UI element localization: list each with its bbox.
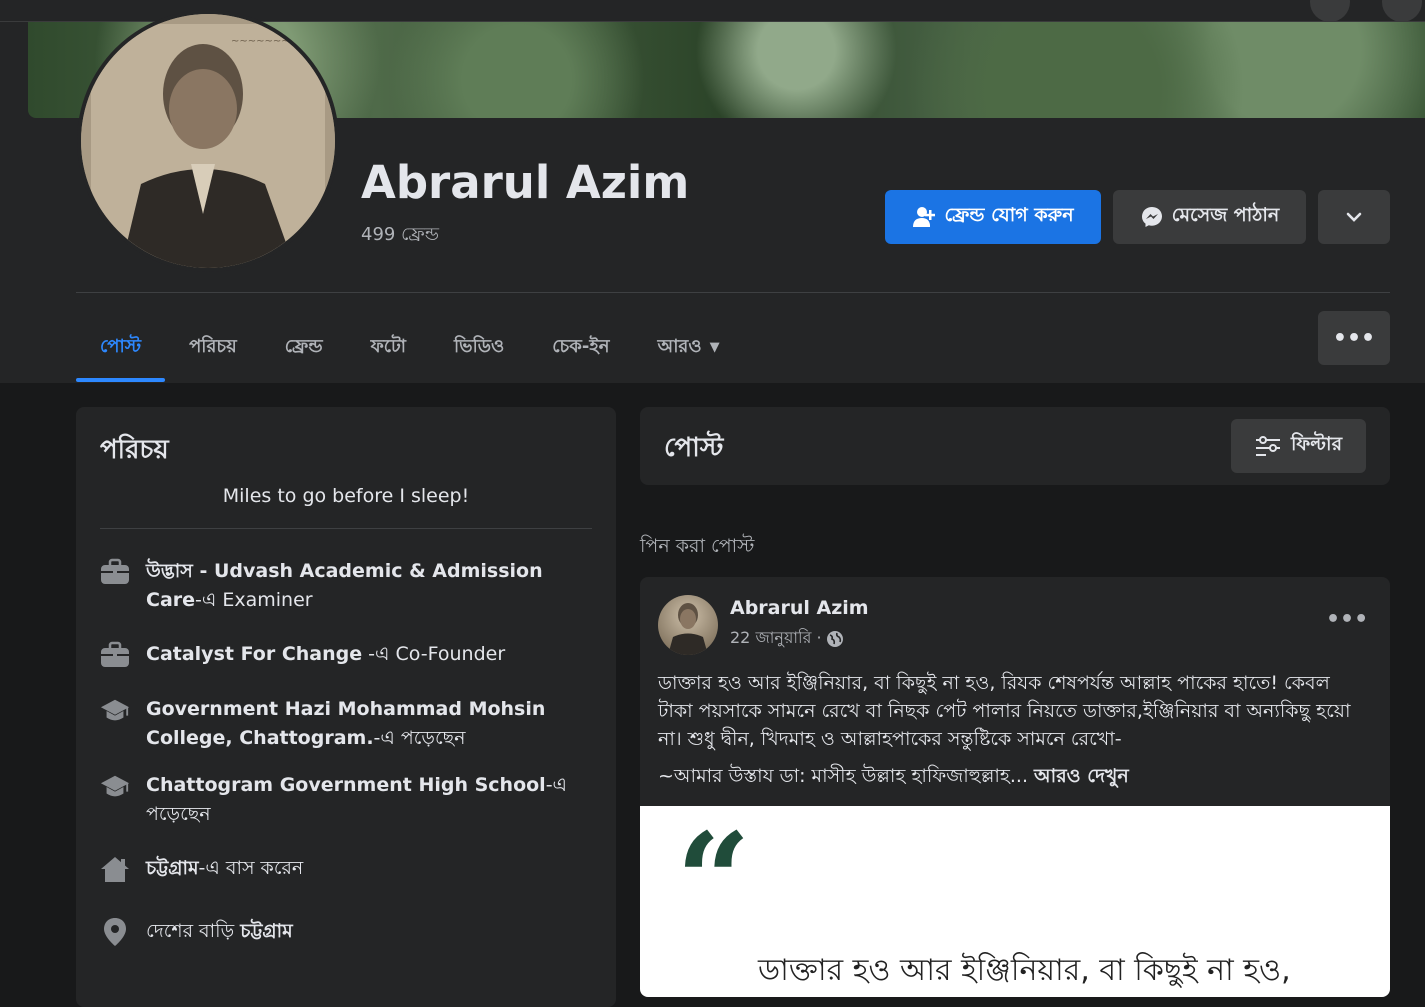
profile-picture[interactable]: ~~~~~~~~	[81, 14, 335, 268]
briefcase-icon	[100, 557, 130, 587]
school-link[interactable]: Chattogram Government High School	[146, 774, 546, 796]
post-options-button[interactable]: •••	[1326, 607, 1368, 632]
tab-about[interactable]: পরিচয়	[165, 312, 261, 382]
post-date-link[interactable]: 22 জানুয়ারি ·	[730, 625, 822, 652]
tab-check-ins[interactable]: চেক-ইন	[528, 312, 633, 382]
school-link[interactable]: Government Hazi Mohammad Mohsin College,…	[146, 698, 545, 749]
filter-button[interactable]: ফিল্টার	[1231, 419, 1366, 473]
notifications-button[interactable]	[1382, 0, 1422, 22]
posts-header-card: পোস্ট ফিল্টার	[640, 407, 1390, 485]
tab-videos[interactable]: ভিডিও	[430, 312, 528, 382]
tab-friends[interactable]: ফ্রেন্ড	[261, 312, 347, 382]
intro-divider	[100, 528, 592, 529]
add-friend-icon	[913, 207, 936, 227]
filter-sliders-icon	[1255, 436, 1280, 456]
tab-posts[interactable]: পোস্ট	[76, 312, 166, 382]
caret-down-icon: ▼	[709, 339, 720, 355]
quote-mark-icon: “	[676, 804, 751, 957]
post-author-name[interactable]: Abrarul Azim	[730, 597, 869, 619]
city-link[interactable]: চট্টগ্রাম	[146, 857, 199, 879]
ellipsis-icon: •••	[1326, 607, 1369, 632]
bio-text: Miles to go before I sleep!	[222, 485, 470, 507]
post-image[interactable]: “ ডাক্তার হও আর ইঞ্জিনিয়ার, বা কিছুই না…	[640, 806, 1390, 997]
ellipsis-icon: •••	[1332, 325, 1376, 351]
info-work-catalyst: Catalyst For Change -এ Co-Founder	[100, 640, 600, 670]
post-image-text: ডাক্তার হও আর ইঞ্জিনিয়ার, বা কিছুই না হ…	[758, 953, 1291, 988]
hometown-link[interactable]: চট্টগ্রাম	[240, 920, 293, 942]
account-menu-button[interactable]	[1310, 0, 1350, 22]
post-text: ডাক্তার হও আর ইঞ্জিনিয়ার, বা কিছুই না হ…	[658, 672, 1351, 750]
header-divider	[76, 292, 1390, 293]
briefcase-icon	[100, 640, 130, 670]
graduation-cap-icon	[100, 695, 130, 725]
pinned-post-label: পিন করা পোস্ট	[640, 535, 755, 557]
location-pin-icon	[100, 917, 130, 947]
tab-photos[interactable]: ফটো	[347, 312, 430, 382]
filter-label: ফিল্টার	[1290, 433, 1343, 455]
tab-more[interactable]: আরও ▼	[633, 312, 743, 382]
intro-title: পরিচয়	[100, 435, 169, 465]
add-friend-button[interactable]: ফ্রেন্ড যোগ করুন	[885, 190, 1101, 244]
post-meta: 22 জানুয়ারি ·	[730, 625, 844, 652]
info-high-school: Chattogram Government High School-এ পড়ে…	[100, 771, 600, 829]
profile-options-dropdown[interactable]	[1318, 190, 1390, 244]
posts-title: পোস্ট	[664, 433, 724, 463]
messenger-icon	[1141, 207, 1162, 227]
profile-tabs: পোস্ট পরিচয় ফ্রেন্ড ফটো ভিডিও চেক-ইন আর…	[76, 312, 744, 382]
friends-count-link[interactable]: 499 ফ্রেন্ড	[361, 220, 439, 251]
info-work-udvash: উদ্ভাস - Udvash Academic & Admission Car…	[100, 557, 600, 615]
profile-photo-image: ~~~~~~~~	[81, 14, 335, 268]
graduation-cap-icon	[100, 771, 130, 801]
workplace-link[interactable]: Catalyst For Change	[146, 643, 362, 665]
svg-text:~~~~~~~~: ~~~~~~~~	[231, 36, 298, 47]
see-more-link[interactable]: আরও দেখুন	[1034, 765, 1129, 787]
post-text-continued: ~আমার উস্তায ডা: মাসীহ উল্লাহ হাফিজাহুল্…	[658, 765, 1129, 787]
intro-card: পরিচয় Miles to go before I sleep! উদ্ভা…	[76, 407, 616, 1007]
info-college: Government Hazi Mohammad Mohsin College,…	[100, 695, 600, 753]
send-message-button[interactable]: মেসেজ পাঠান	[1113, 190, 1306, 244]
profile-picture-frame[interactable]: ~~~~~~~~	[77, 10, 339, 272]
post-author-avatar[interactable]	[658, 595, 718, 655]
info-hometown: দেশের বাড়ি চট্টগ্রাম	[100, 917, 600, 947]
pinned-post: Abrarul Azim 22 জানুয়ারি · ••• ডাক্তার …	[640, 577, 1390, 997]
more-options-button[interactable]: •••	[1318, 311, 1390, 365]
send-message-label: মেসেজ পাঠান	[1171, 204, 1280, 226]
home-icon	[100, 854, 130, 884]
add-friend-label: ফ্রেন্ড যোগ করুন	[944, 204, 1074, 226]
profile-name: Abrarul Azim	[361, 156, 690, 209]
chevron-down-icon	[1346, 212, 1362, 222]
globe-icon	[826, 630, 843, 647]
info-current-city: চট্টগ্রাম-এ বাস করেন	[100, 854, 600, 884]
profile-header: ~~~~~~~~ Abrarul Azim 499 ফ্রেন্ড ফ্রেন্…	[0, 10, 1425, 383]
